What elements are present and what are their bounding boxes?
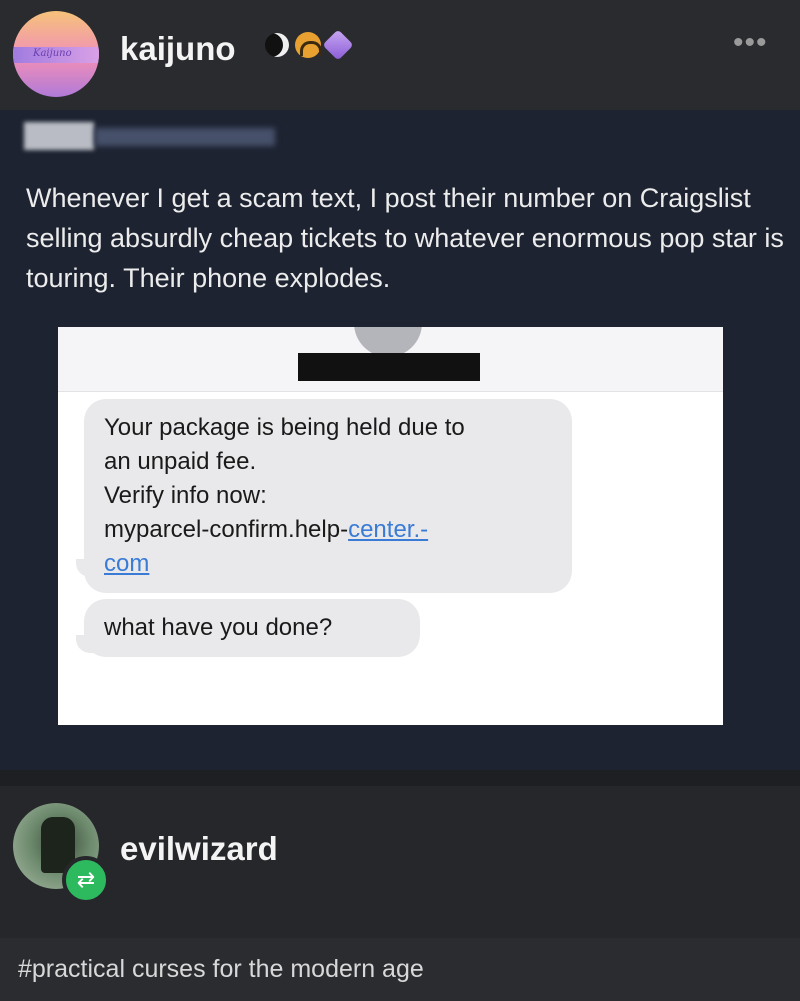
reblog-icon: ⇄ [62, 856, 110, 904]
username[interactable]: kaijuno [120, 30, 236, 68]
headphones-badge-icon [295, 32, 322, 58]
message-line: Your package is being held due to [104, 414, 465, 441]
message-bubble: what have you done? [84, 599, 420, 657]
redacted-block [95, 128, 275, 146]
divider [0, 770, 800, 786]
message-bubble: Your package is being held due to an unp… [84, 399, 572, 593]
moon-badge-icon [265, 33, 289, 57]
message-line: an unpaid fee. [104, 448, 257, 475]
redacted-contact-name [298, 353, 480, 381]
avatar-text: Kaijuno [33, 48, 72, 59]
bubble-tail [76, 559, 94, 577]
message-link-prefix: myparcel-confirm.help- [104, 516, 349, 543]
screenshot-header [58, 327, 723, 392]
post-text: Whenever I get a scam text, I post their… [26, 183, 784, 293]
message-link-continued[interactable]: com [104, 547, 552, 581]
gem-badge-icon [322, 29, 354, 61]
message-link[interactable]: center.- [348, 516, 428, 543]
bubble-tail [76, 635, 94, 653]
message-link-line: myparcel-confirm.help-center.- [104, 513, 552, 547]
message-screenshot: Your package is being held due to an unp… [58, 327, 723, 725]
user-avatar[interactable]: Kaijuno [13, 11, 99, 97]
post-tag[interactable]: #practical curses for the modern age [18, 955, 424, 984]
message-text: what have you done? [104, 614, 333, 641]
message-line: Verify info now: [104, 482, 267, 509]
more-options-icon[interactable]: ••• [733, 26, 768, 60]
user-badges [265, 29, 354, 61]
redacted-block [24, 122, 94, 150]
reblogger-username[interactable]: evilwizard [120, 830, 278, 868]
